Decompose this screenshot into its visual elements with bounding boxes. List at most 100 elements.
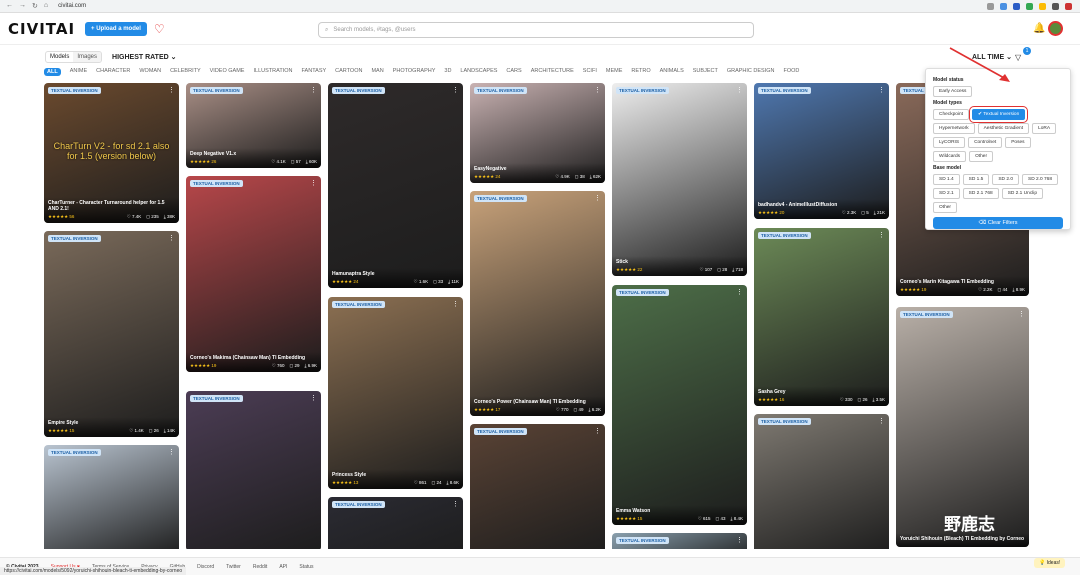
tag-3d[interactable]: 3D [444,68,451,76]
more-icon[interactable]: ⋮ [878,86,885,94]
filter-type-hypernetwork[interactable]: Hypernetwork [933,123,975,134]
more-icon[interactable]: ⋮ [736,536,743,544]
more-icon[interactable]: ⋮ [594,427,601,435]
more-icon[interactable]: ⋮ [1018,310,1025,318]
filter-base-sd-2-1-768[interactable]: SD 2.1 768 [962,188,999,199]
profile-icon[interactable] [1065,2,1072,10]
heart-icon[interactable]: ♡ [154,22,165,36]
model-card[interactable]: TEXTUAL INVERSION ⋮ [612,533,747,549]
extension-icon[interactable] [1026,2,1033,10]
filter-type-controlnet[interactable]: Controlnet [968,137,1003,148]
forward-icon[interactable]: → [19,2,26,10]
model-card[interactable]: TEXTUAL INVERSION ⋮ Princess Style ★★★★★ 13… [328,297,463,489]
model-card[interactable]: TEXTUAL INVERSION ⋮ Empire Style ★★★★★ 15 ♡ … [44,231,179,437]
model-card[interactable]: TEXTUAL INVERSION ⋮ [754,414,889,549]
footer-link-twitter[interactable]: Twitter [226,564,241,570]
more-icon[interactable]: ⋮ [452,300,459,308]
model-card[interactable]: TEXTUAL INVERSION ⋮ [186,391,321,549]
search-input[interactable]: ⌕ Search models, #tags, @users [318,22,754,38]
model-card[interactable]: TEXTUAL INVERSION ⋮ Emma Watson ★★★★★ 15 ♡ 6… [612,285,747,525]
footer-link-reddit[interactable]: Reddit [253,564,267,570]
filter-early-access[interactable]: Early Access [933,86,973,97]
more-icon[interactable]: ⋮ [452,86,459,94]
tag-anime[interactable]: ANIME [70,68,87,76]
filter-type-other[interactable]: Other [969,151,994,162]
more-icon[interactable]: ⋮ [310,86,317,94]
model-card[interactable]: TEXTUAL INVERSION ⋮ Corneo's Makima (Chain… [186,176,321,372]
tag-graphic-design[interactable]: GRAPHIC DESIGN [727,68,775,76]
tag-celebrity[interactable]: CELEBRITY [170,68,201,76]
tag-video-game[interactable]: VIDEO GAME [210,68,245,76]
sort-dropdown[interactable]: HIGHEST RATED ⌄ [112,53,176,61]
more-icon[interactable]: ⋮ [594,194,601,202]
tag-subject[interactable]: SUBJECT [693,68,718,76]
filter-base-sd-2-0[interactable]: SD 2.0 [992,174,1020,185]
filter-type-poses[interactable]: Poses [1005,137,1031,148]
more-icon[interactable]: ⋮ [594,86,601,94]
model-card[interactable]: TEXTUAL INVERSION ⋮ [328,497,463,549]
tag-landscapes[interactable]: LANDSCAPES [460,68,497,76]
footer-link-status[interactable]: Status [299,564,313,570]
more-icon[interactable]: ⋮ [310,394,317,402]
more-icon[interactable]: ⋮ [878,231,885,239]
more-icon[interactable]: ⋮ [168,234,175,242]
filter-base-other[interactable]: Other [933,202,957,213]
model-card[interactable]: TEXTUAL INVERSION ⋮ CharTurn V2 - for sd 2… [44,83,179,223]
more-icon[interactable]: ⋮ [452,500,459,508]
more-icon[interactable]: ⋮ [168,448,175,456]
filter-type-wildcards[interactable]: Wildcards [933,151,967,162]
filter-base-sd-1-5[interactable]: SD 1.5 [962,174,990,185]
ideas-button[interactable]: 💡 Ideas! [1034,558,1066,568]
extension-icon[interactable] [987,2,994,10]
filter-base-sd-2-0-768[interactable]: SD 2.0 768 [1022,174,1059,185]
tag-cars[interactable]: CARS [506,68,521,76]
model-card[interactable]: TEXTUAL INVERSION ⋮ Sasha Grey ★★★★★ 16 ♡ 33… [754,228,889,406]
tag-cartoon[interactable]: CARTOON [335,68,362,76]
tag-meme[interactable]: MEME [606,68,623,76]
more-icon[interactable]: ⋮ [878,417,885,425]
view-models[interactable]: Models [46,52,74,62]
model-card[interactable]: TEXTUAL INVERSION ⋮ Deep Negative V1.x ★★★★… [186,83,321,168]
model-card[interactable]: TEXTUAL INVERSION ⋮ [44,445,179,549]
filter-base-sd-2-1[interactable]: SD 2.1 [933,188,960,199]
filter-base-sd-2-1-unclip[interactable]: SD 2.1 Unclip [1001,188,1044,199]
model-card[interactable]: TEXTUAL INVERSION ⋮ Stick ★★★★★ 22 ♡ 107 ◻ 28… [612,83,747,276]
tag-photography[interactable]: PHOTOGRAPHY [393,68,436,76]
more-icon[interactable]: ⋮ [736,288,743,296]
reload-icon[interactable]: ↻ [32,2,38,10]
filter-base-sd-1-4[interactable]: SD 1.4 [933,174,960,185]
more-icon[interactable]: ⋮ [736,86,743,94]
tag-character[interactable]: CHARACTER [96,68,130,76]
more-icon[interactable]: ⋮ [168,86,175,94]
filter-type-textual-inversion[interactable]: ✔ Textual Inversion [968,106,1029,123]
clear-filters-button[interactable]: ⌫ Clear Filters [933,217,1063,229]
tag-all[interactable]: ALL [44,68,61,76]
filter-type-lora[interactable]: LoRA [1032,123,1057,134]
home-icon[interactable]: ⌂ [44,2,48,10]
view-images[interactable]: Images [73,52,102,62]
time-dropdown[interactable]: ALL TIME ⌄ [972,53,1012,61]
extension-icon[interactable] [1039,2,1046,10]
tag-illustration[interactable]: ILLUSTRATION [253,68,292,76]
bell-icon[interactable]: 🔔 [1033,23,1045,34]
more-icon[interactable]: ⋮ [310,179,317,187]
upload-model-button[interactable]: + Upload a model [85,22,147,36]
tag-animals[interactable]: ANIMALS [660,68,684,76]
model-card[interactable]: TEXTUAL INVERSION ⋮ badhandv4 - AnimeIllus… [754,83,889,219]
tag-food[interactable]: FOOD [784,68,800,76]
model-card[interactable]: TEXTUAL INVERSION ⋮ EasyNegative ★★★★★ 24 ♡ … [470,83,605,183]
back-icon[interactable]: ← [6,2,13,10]
tag-man[interactable]: MAN [371,68,383,76]
footer-link-api[interactable]: API [279,564,287,570]
model-card[interactable]: TEXTUAL INVERSION ⋮ Corneo's Power (Chains… [470,191,605,416]
filter-type-checkpoint[interactable]: Checkpoint [933,109,969,120]
tag-scifi[interactable]: SCIFI [583,68,597,76]
tag-architecture[interactable]: ARCHITECTURE [531,68,574,76]
logo[interactable]: CIVITAI [8,20,75,38]
tag-fantasy[interactable]: FANTASY [302,68,327,76]
extension-icon[interactable] [1052,2,1059,10]
avatar[interactable] [1048,21,1063,36]
footer-link-discord[interactable]: Discord [197,564,214,570]
filter-type-aesthetic-gradient[interactable]: Aesthetic Gradient [977,123,1030,134]
filter-type-lycoris[interactable]: LyCORIS [933,137,966,148]
